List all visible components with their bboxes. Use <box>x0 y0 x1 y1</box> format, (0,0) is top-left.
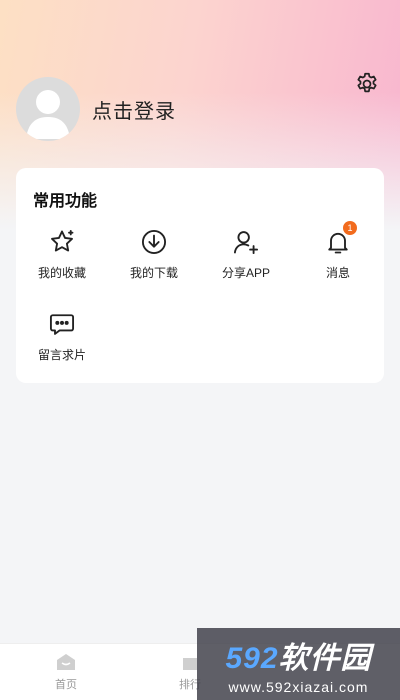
card-title: 常用功能 <box>33 193 98 210</box>
common-functions-card: 常用功能 我的收藏 我的下载 分享APP 1 消息 留言求片 <box>16 168 384 383</box>
feature-label: 留言求片 <box>37 348 86 362</box>
add-user-icon <box>233 231 259 255</box>
gear-icon <box>357 72 377 93</box>
feature-downloads[interactable]: 我的下载 <box>108 227 200 287</box>
tab-label: 首页 <box>55 679 77 691</box>
login-area[interactable]: 点击登录 <box>16 77 176 141</box>
feature-label: 我的下载 <box>129 266 178 280</box>
avatar[interactable] <box>16 77 80 141</box>
watermark-brand: 软件园 <box>278 642 372 675</box>
star-icon <box>51 229 74 252</box>
feature-label: 消息 <box>325 266 350 280</box>
watermark-url: www.592xiazai.com <box>228 679 369 695</box>
feature-share-app[interactable]: 分享APP <box>200 227 292 287</box>
feature-request-film[interactable]: 留言求片 <box>16 309 108 369</box>
watermark-number: 592 <box>225 642 279 675</box>
download-icon <box>141 229 167 255</box>
watermark-logo: 592软件园 <box>225 633 371 677</box>
login-link[interactable]: 点击登录 <box>92 95 176 124</box>
settings-button[interactable] <box>352 69 382 99</box>
feature-favorites[interactable]: 我的收藏 <box>16 227 108 287</box>
default-avatar-icon <box>26 90 70 139</box>
feature-label: 我的收藏 <box>37 266 86 280</box>
feature-label: 分享APP <box>221 266 270 280</box>
home-icon <box>57 654 75 670</box>
message-icon <box>49 314 75 335</box>
feature-messages[interactable]: 1 消息 <box>292 221 384 287</box>
site-watermark: 592软件园 www.592xiazai.com <box>197 628 400 700</box>
tab-home[interactable]: 首页 <box>26 652 106 692</box>
unread-badge: 1 <box>343 221 357 235</box>
